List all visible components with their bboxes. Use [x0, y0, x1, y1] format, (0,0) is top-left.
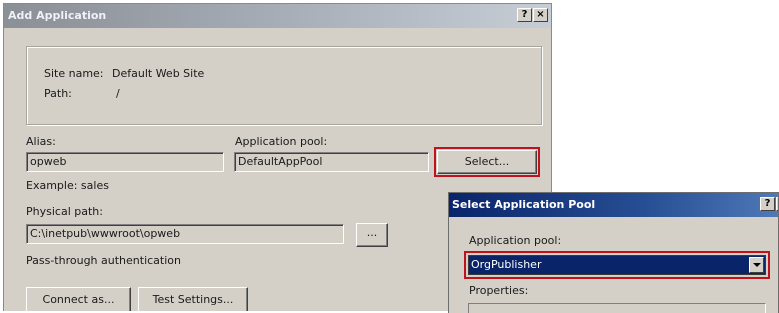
site-name-label: Site name:: [44, 67, 104, 80]
help-icon[interactable]: ?: [517, 8, 532, 22]
alias-example-text: Example: sales: [26, 179, 109, 192]
physical-path-label: Physical path:: [26, 205, 103, 218]
site-info-group: Site name: Default Web Site Path: /: [26, 46, 542, 125]
physical-path-input[interactable]: C:\inetpub\wwwroot\opweb: [26, 224, 344, 244]
close-icon[interactable]: ×: [533, 8, 548, 22]
pool-label: Application pool:: [469, 234, 562, 247]
connect-as-button[interactable]: Connect as...: [26, 287, 131, 311]
select-pool-title-bar[interactable]: Select Application Pool ? ×: [449, 193, 778, 217]
pass-through-auth-text: Pass-through authentication: [26, 254, 181, 267]
add-application-title-bar[interactable]: Add Application ? ×: [4, 4, 551, 28]
alias-label: Alias:: [26, 135, 56, 148]
path-value: /: [116, 87, 120, 100]
application-pool-field: DefaultAppPool: [234, 152, 429, 172]
help-icon[interactable]: ?: [760, 197, 775, 211]
test-settings-button[interactable]: Test Settings...: [138, 287, 248, 311]
properties-box: [468, 303, 766, 313]
site-name-value: Default Web Site: [112, 67, 205, 80]
add-application-title: Add Application: [8, 9, 107, 22]
select-button-highlight: [434, 147, 540, 177]
pool-dropdown-highlight: [464, 251, 770, 279]
browse-button[interactable]: ...: [356, 223, 388, 247]
select-application-pool-dialog: Select Application Pool ? × Application …: [448, 192, 779, 313]
select-pool-title: Select Application Pool: [452, 198, 596, 211]
path-label: Path:: [44, 87, 72, 100]
alias-input[interactable]: opweb: [26, 152, 224, 172]
properties-label: Properties:: [469, 284, 529, 297]
application-pool-label: Application pool:: [235, 135, 328, 148]
